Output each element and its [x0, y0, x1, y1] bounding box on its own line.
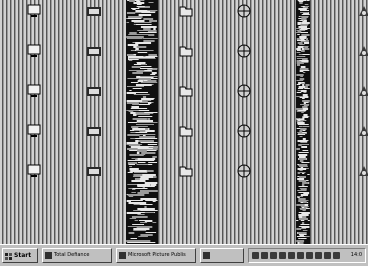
desktop-icon-music[interactable]: [214, 122, 274, 156]
tools-icon: [236, 3, 252, 19]
app-icon: [203, 252, 210, 259]
desktop-icon-network[interactable]: [64, 2, 124, 36]
taskbar-button-label: Microsoft Picture Publis: [128, 252, 186, 258]
desktop-icon-notes[interactable]: [156, 162, 216, 196]
desktop-icon-help[interactable]: [334, 122, 368, 156]
taskbar-button[interactable]: [200, 248, 244, 263]
globe-icon: [26, 43, 42, 59]
desktop-icon-tool2[interactable]: [156, 122, 216, 156]
noise-band: [126, 0, 158, 244]
windows-logo-icon: [5, 252, 12, 260]
terminal-icon: [26, 163, 42, 179]
tray-icon[interactable]: [279, 252, 286, 259]
tray-icon[interactable]: [333, 252, 340, 259]
media-icon: [86, 43, 102, 59]
inbox-icon: [178, 3, 194, 19]
desktop-icon-computer[interactable]: [4, 2, 64, 36]
app-icon: [45, 252, 52, 259]
taskbar-button[interactable]: Microsoft Picture Publis: [116, 248, 196, 263]
desktop-icon-terminal[interactable]: [4, 162, 64, 196]
desktop-icon-folder1[interactable]: [156, 42, 216, 76]
tray-icon[interactable]: [306, 252, 313, 259]
folder-icon: [178, 43, 194, 59]
music-icon: [236, 123, 252, 139]
system-tray: 14:0: [248, 248, 366, 263]
start-label: Start: [14, 252, 32, 259]
game-icon: [86, 163, 102, 179]
computer-icon: [26, 3, 42, 19]
desktop: [0, 0, 368, 244]
desktop-icon-camera[interactable]: [334, 42, 368, 76]
application-icon: [86, 83, 102, 99]
desktop-icon-accessibility[interactable]: [334, 2, 368, 36]
gear-icon: [236, 163, 252, 179]
noise-band: [296, 0, 310, 244]
desktop-icon-internet[interactable]: [4, 42, 64, 76]
notes-icon: [178, 163, 194, 179]
wrench-icon: [178, 123, 194, 139]
taskbar-button[interactable]: Total Defiance: [42, 248, 112, 263]
desktop-icon-app1[interactable]: [64, 82, 124, 116]
tray-icon[interactable]: [315, 252, 322, 259]
desktop-icon-tools[interactable]: [214, 2, 274, 36]
desktop-icon-editor[interactable]: [214, 42, 274, 76]
taskbar-button-label: Total Defiance: [54, 252, 90, 258]
help-icon: [356, 123, 368, 139]
tray-icon[interactable]: [288, 252, 295, 259]
camera-icon: [356, 43, 368, 59]
utility-icon: [356, 83, 368, 99]
archive-icon: [236, 83, 252, 99]
desktop-icon-settings[interactable]: [214, 162, 274, 196]
chart-icon: [26, 123, 42, 139]
document-icon: [236, 43, 252, 59]
app-icon: [119, 252, 126, 259]
tray-icon[interactable]: [261, 252, 268, 259]
tray-icon[interactable]: [324, 252, 331, 259]
desktop-icon-game[interactable]: [64, 162, 124, 196]
desktop-icon-folder2[interactable]: [156, 82, 216, 116]
desktop-icon-media[interactable]: [64, 42, 124, 76]
folder-icon: [178, 83, 194, 99]
desktop-icon-chart[interactable]: [4, 122, 64, 156]
search-icon: [86, 123, 102, 139]
desktop-icon-inbox[interactable]: [156, 2, 216, 36]
desktop-icon-search[interactable]: [64, 122, 124, 156]
desktop-icon-link[interactable]: [334, 162, 368, 196]
tray-icon[interactable]: [297, 252, 304, 259]
desktop-icon-monitor[interactable]: [4, 82, 64, 116]
accessibility-icon: [356, 3, 368, 19]
start-button[interactable]: Start: [2, 248, 38, 263]
link-icon: [356, 163, 368, 179]
taskbar: Start Total Defiance Microsoft Picture P…: [0, 244, 368, 266]
desktop-icon-archive[interactable]: [214, 82, 274, 116]
tray-icon[interactable]: [270, 252, 277, 259]
network-icon: [86, 3, 102, 19]
desktop-icon-utility[interactable]: [334, 82, 368, 116]
clock[interactable]: 14:0: [351, 249, 362, 262]
monitor-icon: [26, 83, 42, 99]
tray-icon[interactable]: [252, 252, 259, 259]
